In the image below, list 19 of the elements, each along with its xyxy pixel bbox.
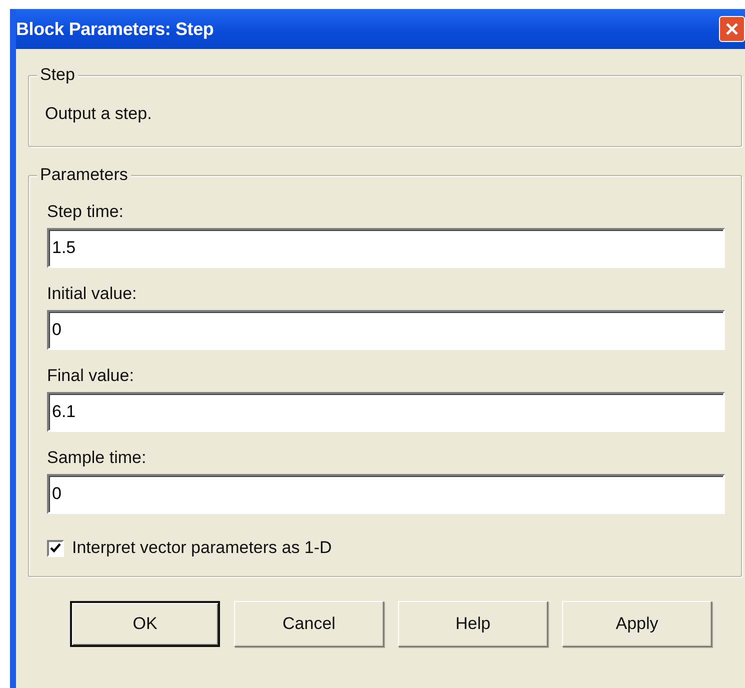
input-field[interactable]: 0 [47,474,725,514]
dialog-button[interactable]: OK [70,601,220,647]
close-icon [725,22,739,36]
field-label: Step time: [47,202,124,222]
field-label: Final value: [47,366,134,386]
input-field[interactable]: 0 [47,310,725,350]
group-title: Step [37,65,78,85]
dialog-button[interactable]: Cancel [234,601,384,647]
input-field[interactable]: 6.1 [47,392,725,432]
field-label: Initial value: [47,284,137,304]
close-button[interactable] [719,16,745,42]
window-title: Block Parameters: Step [16,18,214,40]
dialog-button[interactable]: Apply [562,601,712,647]
field-label: Sample time: [47,448,146,468]
checkbox[interactable] [47,540,64,556]
checkbox-label: Interpret vector parameters as 1-D [72,538,332,558]
dialog-button[interactable]: Help [398,601,548,647]
input-field[interactable]: 1.5 [47,228,725,268]
description-text: Output a step. [45,104,152,123]
